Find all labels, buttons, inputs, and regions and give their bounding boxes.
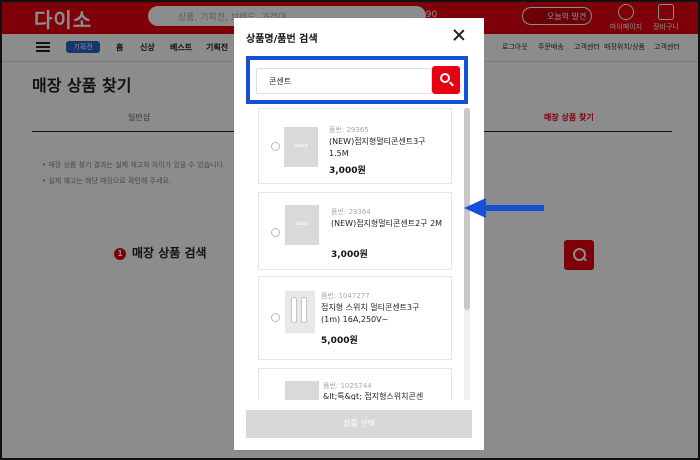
product-search-input[interactable]: 콘센트 (256, 68, 432, 94)
thumbnail-logo: daiso (295, 221, 309, 227)
result-radio[interactable] (271, 142, 280, 151)
product-thumbnail (285, 291, 315, 333)
item-name: &lt;특&gt; 접지형스위치콘센 (323, 392, 424, 400)
page-frame: 다이소 상품, 기획전, 브랜드, 가격대 9 1053490 오늘의 발견 마… (0, 0, 700, 460)
item-number: 품번: 1025744 (323, 382, 372, 390)
item-price: 3,000원 (331, 250, 368, 260)
item-number: 품번: 1047277 (321, 292, 370, 300)
results-scrollbar[interactable] (464, 108, 470, 400)
product-thumbnail: daiso (285, 205, 319, 245)
result-card[interactable]: daiso 품번: 29365 (NEW)접지형멀티콘센트3구 1.5M 3,0… (258, 108, 452, 184)
search-button[interactable] (432, 66, 460, 94)
item-price: 5,000원 (321, 336, 358, 346)
item-number: 품번: 29365 (329, 126, 369, 134)
product-thumbnail (285, 381, 319, 400)
item-name: (NEW)접지형멀티콘센트2구 2M (331, 219, 443, 228)
result-radio[interactable] (271, 228, 280, 237)
close-icon[interactable] (450, 26, 468, 44)
item-price: 3,000원 (329, 166, 366, 176)
result-card[interactable]: 품번: 1047277 접지형 스위치 멀티콘센트3구 (1m) 16A,250… (258, 276, 452, 360)
product-search-modal: 상품명/품번 검색 콘센트 daiso 품번: 29365 (NEW)접지형멀티… (234, 18, 484, 450)
thumbnail-logo: daiso (294, 143, 308, 149)
result-radio[interactable] (271, 313, 280, 322)
results-list: daiso 품번: 29365 (NEW)접지형멀티콘센트3구 1.5M 3,0… (256, 108, 470, 400)
item-name: 접지형 스위치 멀티콘센트3구 (1m) 16A,250V~ (321, 303, 420, 324)
product-thumbnail: daiso (284, 127, 318, 167)
result-card[interactable]: daiso 품번: 29364 (NEW)접지형멀티콘센트2구 2M 3,000… (258, 192, 452, 270)
item-name: (NEW)접지형멀티콘센트3구 1.5M (329, 137, 426, 158)
blue-arrow-icon (464, 198, 544, 218)
item-number: 품번: 29364 (331, 208, 371, 216)
select-product-button[interactable]: 상품 선택 (246, 410, 472, 438)
result-card[interactable]: 품번: 1025744 &lt;특&gt; 접지형스위치콘센 (258, 368, 452, 400)
modal-title: 상품명/품번 검색 (246, 34, 318, 45)
